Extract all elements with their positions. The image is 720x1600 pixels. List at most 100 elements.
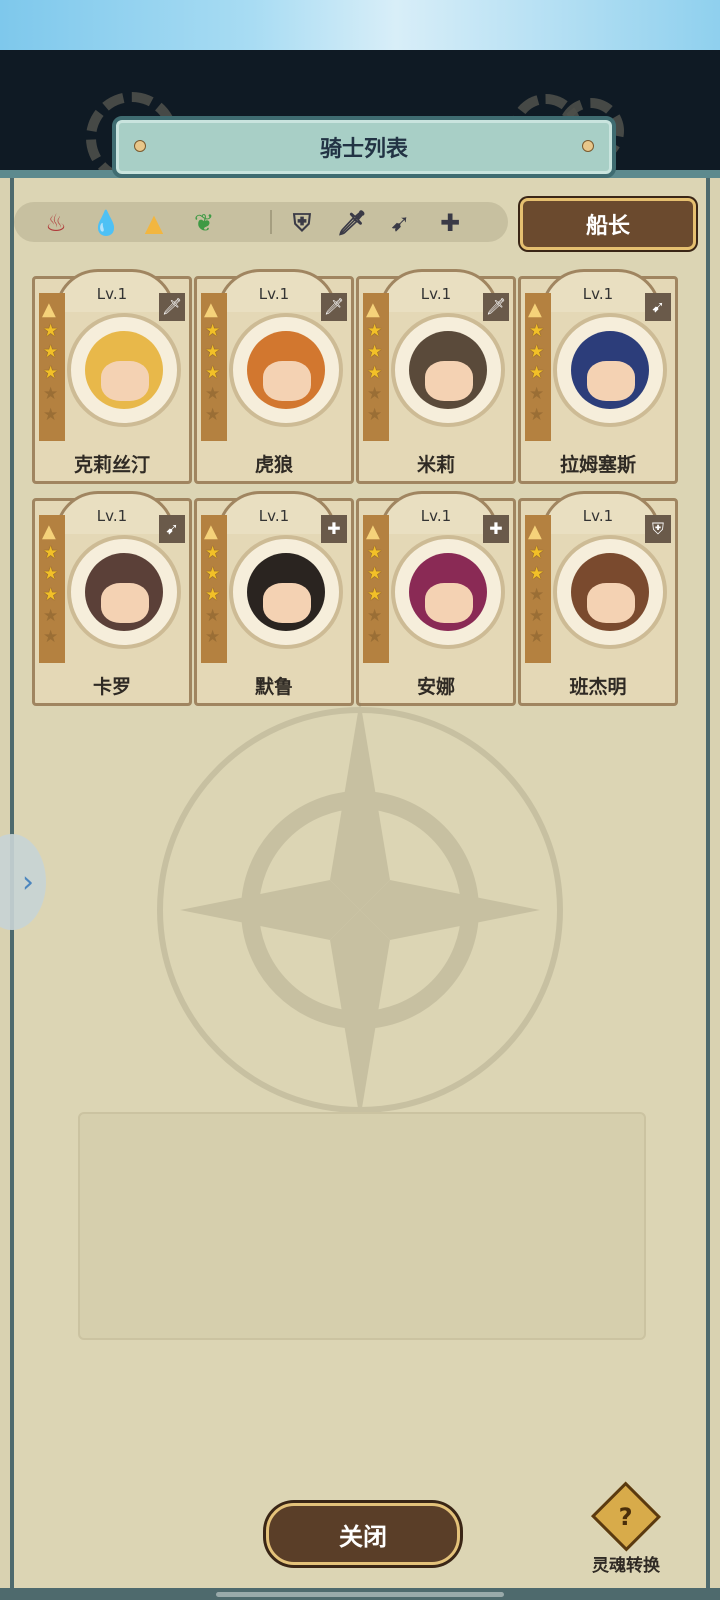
soul-convert-icon: ?	[590, 1481, 662, 1552]
rivet-icon	[582, 140, 594, 152]
home-indicator	[216, 1592, 504, 1597]
filter-bar: ♨ 💧 ▲ ❦ ⛨ 🗡 ➹ ✚	[14, 202, 508, 242]
star-icon: ★	[43, 543, 59, 563]
knight-card[interactable]: ▲ ★ ★ ★ ★ ★ Lv.1 ✚ 默鲁	[194, 491, 354, 706]
close-button[interactable]: 关闭	[266, 1503, 460, 1565]
star-icon: ★	[367, 405, 383, 425]
water-filter-icon[interactable]: 💧	[90, 207, 122, 239]
star-icon: ★	[367, 564, 383, 584]
page-title: 骑士列表	[319, 137, 408, 162]
knight-card[interactable]: ▲ ★ ★ ★ ★ ★ Lv.1 ➹ 卡罗	[32, 491, 192, 706]
knight-portrait	[67, 535, 181, 649]
portrait-face	[101, 583, 149, 623]
star-icon: ★	[43, 384, 59, 404]
knight-portrait	[391, 535, 505, 649]
star-icon: ★	[43, 321, 59, 341]
star-icon: ★	[529, 405, 545, 425]
star-icon: ★	[529, 585, 545, 605]
star-icon: ★	[367, 585, 383, 605]
star-icon: ★	[367, 606, 383, 626]
star-icon: ★	[43, 342, 59, 362]
star-icon: ★	[205, 321, 221, 341]
compass-watermark	[157, 700, 563, 1120]
star-icon: ★	[367, 543, 383, 563]
portrait-face	[101, 361, 149, 401]
knight-name: 安娜	[416, 676, 455, 698]
sword-icon: 🗡	[483, 293, 509, 321]
chevron-right-icon: ›	[22, 864, 34, 900]
star-icon: ★	[43, 405, 59, 425]
fire-filter-icon[interactable]: ♨	[40, 207, 72, 239]
knight-card[interactable]: ▲ ★ ★ ★ ★ ★ Lv.1 🗡 克莉丝汀	[32, 269, 192, 484]
star-icon: ★	[205, 564, 221, 584]
knight-portrait	[229, 313, 343, 427]
star-icon: ★	[367, 627, 383, 647]
portrait-face	[263, 361, 311, 401]
star-icon: ★	[367, 342, 383, 362]
portrait-face	[425, 583, 473, 623]
bow-icon: ➹	[645, 293, 671, 321]
sky-background	[0, 0, 720, 50]
star-icon: ★	[529, 543, 545, 563]
knight-card[interactable]: ▲ ★ ★ ★ ★ ★ Lv.1 🗡 虎狼	[194, 269, 354, 484]
title-banner: 骑士列表	[112, 116, 616, 178]
star-icon: ★	[367, 384, 383, 404]
knight-portrait	[391, 313, 505, 427]
star-icon: ★	[367, 321, 383, 341]
rivet-icon	[134, 140, 146, 152]
star-icon: ★	[43, 585, 59, 605]
star-icon: ★	[205, 585, 221, 605]
star-icon: ★	[529, 321, 545, 341]
knight-portrait	[229, 535, 343, 649]
star-icon: ★	[205, 363, 221, 383]
portrait-face	[425, 361, 473, 401]
tank-filter-icon[interactable]: ⛨	[286, 207, 318, 239]
star-icon: ★	[367, 363, 383, 383]
bow-icon: ➹	[159, 515, 185, 543]
star-icon: ★	[43, 564, 59, 584]
knight-portrait	[67, 313, 181, 427]
star-icon: ★	[205, 405, 221, 425]
knight-name: 班杰明	[569, 676, 627, 698]
knight-name: 拉姆塞斯	[559, 454, 636, 476]
healer-filter-icon[interactable]: ✚	[434, 207, 466, 239]
knight-description-box	[78, 1112, 646, 1340]
wind-filter-icon[interactable]: ❦	[188, 207, 220, 239]
star-icon: ★	[43, 606, 59, 626]
star-icon: ★	[43, 363, 59, 383]
star-icon: ★	[205, 384, 221, 404]
sword-icon: 🗡	[159, 293, 185, 321]
soul-convert-button[interactable]: ? 灵魂转换	[580, 1481, 672, 1576]
knight-card[interactable]: ▲ ★ ★ ★ ★ ★ Lv.1 🗡 米莉	[356, 269, 516, 484]
star-icon: ★	[529, 564, 545, 584]
bow-filter-icon[interactable]: ➹	[384, 207, 416, 239]
sword-icon: 🗡	[321, 293, 347, 321]
star-icon: ★	[529, 363, 545, 383]
knight-name: 虎狼	[254, 454, 293, 476]
filter-divider	[270, 210, 272, 234]
portrait-face	[263, 583, 311, 623]
star-icon: ★	[529, 342, 545, 362]
knight-portrait	[553, 535, 667, 649]
healer-cross-icon: ✚	[321, 515, 347, 543]
star-icon: ★	[43, 627, 59, 647]
knight-card[interactable]: ▲ ★ ★ ★ ★ ★ Lv.1 ✚ 安娜	[356, 491, 516, 706]
knight-name: 卡罗	[92, 676, 131, 698]
star-icon: ★	[529, 384, 545, 404]
knight-card[interactable]: ▲ ★ ★ ★ ★ ★ Lv.1 ➹ 拉姆塞斯	[518, 269, 678, 484]
star-icon: ★	[205, 606, 221, 626]
captain-button[interactable]: 船长	[520, 198, 696, 250]
tank-shield-icon: ⛨	[645, 515, 671, 543]
earth-filter-icon[interactable]: ▲	[138, 207, 170, 239]
knight-portrait	[553, 313, 667, 427]
knight-card[interactable]: ▲ ★ ★ ★ ★ ★ Lv.1 ⛨ 班杰明	[518, 491, 678, 706]
sword-filter-icon[interactable]: 🗡	[336, 207, 368, 239]
soul-convert-label: 灵魂转换	[592, 1556, 660, 1576]
portrait-face	[587, 361, 635, 401]
star-icon: ★	[529, 606, 545, 626]
healer-cross-icon: ✚	[483, 515, 509, 543]
knight-name: 米莉	[416, 454, 455, 476]
star-icon: ★	[205, 627, 221, 647]
knight-name: 默鲁	[254, 676, 293, 698]
star-icon: ★	[205, 543, 221, 563]
